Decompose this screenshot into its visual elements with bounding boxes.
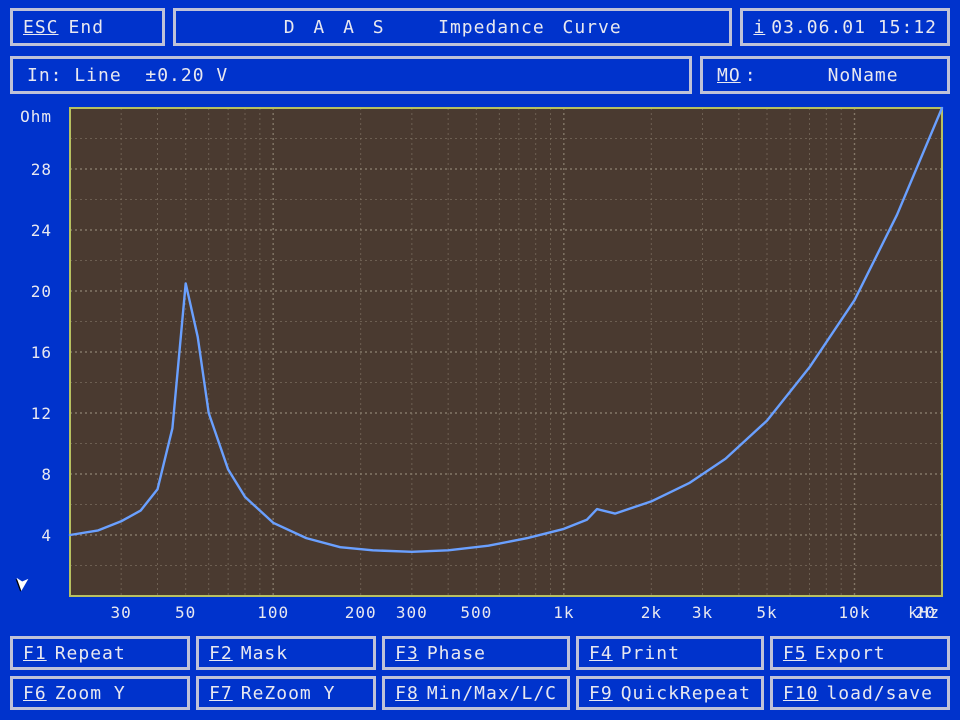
fkey-label: Zoom Y <box>55 683 126 704</box>
fkey-key: F3 <box>395 643 419 664</box>
mo-key: MO <box>717 65 741 86</box>
fkey-label: QuickRepeat <box>621 683 751 704</box>
fkey-f5[interactable]: F5 Export <box>770 636 950 670</box>
fkey-key: F5 <box>783 643 807 664</box>
esc-button[interactable]: ESC End <box>10 8 165 46</box>
fkey-f2[interactable]: F2 Mask <box>196 636 376 670</box>
fkey-key: F10 <box>783 683 819 704</box>
svg-text:100: 100 <box>257 603 289 622</box>
fkey-label: Export <box>815 643 886 664</box>
fkey-f3[interactable]: F3 Phase <box>382 636 570 670</box>
svg-text:3k: 3k <box>692 603 713 622</box>
svg-text:30: 30 <box>111 603 132 622</box>
fkey-label: load/save <box>826 683 933 704</box>
svg-text:24: 24 <box>31 221 52 240</box>
esc-key-label: ESC <box>23 17 59 38</box>
svg-text:50: 50 <box>175 603 196 622</box>
fkey-f4[interactable]: F4 Print <box>576 636 764 670</box>
input-status-text: In: Line ±0.20 V <box>27 65 228 86</box>
info-key: i <box>753 17 765 38</box>
fkey-label: Repeat <box>55 643 126 664</box>
svg-text:8: 8 <box>41 465 52 484</box>
fkey-label: Mask <box>241 643 288 664</box>
esc-action-label: End <box>69 17 105 38</box>
svg-text:1k: 1k <box>553 603 574 622</box>
svg-text:5k: 5k <box>756 603 777 622</box>
fkey-key: F4 <box>589 643 613 664</box>
fkey-f1[interactable]: F1 Repeat <box>10 636 190 670</box>
datetime: 03.06.01 15:12 <box>771 17 937 38</box>
svg-text:20: 20 <box>31 282 52 301</box>
fkey-key: F2 <box>209 643 233 664</box>
fkey-f9[interactable]: F9 QuickRepeat <box>576 676 764 710</box>
fkey-label: Min/Max/L/C <box>427 683 557 704</box>
clock-button[interactable]: i 03.06.01 15:12 <box>740 8 950 46</box>
fkey-f6[interactable]: F6 Zoom Y <box>10 676 190 710</box>
svg-text:12: 12 <box>31 404 52 423</box>
input-status: In: Line ±0.20 V <box>10 56 692 94</box>
impedance-plot[interactable]: Ohm 28 24 20 16 12 8 4 30 50 100 200 300 500 1k 2k 3k 5k 1… <box>10 104 950 626</box>
svg-text:200: 200 <box>345 603 377 622</box>
svg-text:16: 16 <box>31 343 52 362</box>
fkey-key: F9 <box>589 683 613 704</box>
svg-text:300: 300 <box>396 603 428 622</box>
fkey-f10[interactable]: F10 load/save <box>770 676 950 710</box>
window-title: D A A S Impedance Curve <box>173 8 732 46</box>
svg-text:kHz: kHz <box>908 603 940 622</box>
measurement-object[interactable]: MO: NoName <box>700 56 950 94</box>
svg-text:28: 28 <box>31 160 52 179</box>
fkey-f7[interactable]: F7 ReZoom Y <box>196 676 376 710</box>
svg-text:Ohm: Ohm <box>20 107 52 126</box>
fkey-label: ReZoom Y <box>241 683 336 704</box>
svg-text:4: 4 <box>41 526 52 545</box>
svg-text:500: 500 <box>460 603 492 622</box>
title-text: D A A S Impedance Curve <box>284 17 622 38</box>
fkey-key: F1 <box>23 643 47 664</box>
mo-value: NoName <box>828 65 899 86</box>
fkey-key: F8 <box>395 683 419 704</box>
fkey-key: F6 <box>23 683 47 704</box>
fkey-label: Print <box>621 643 680 664</box>
fkey-key: F7 <box>209 683 233 704</box>
fkey-label: Phase <box>427 643 486 664</box>
svg-text:2k: 2k <box>641 603 662 622</box>
fkey-f8[interactable]: F8 Min/Max/L/C <box>382 676 570 710</box>
svg-text:10k: 10k <box>839 603 871 622</box>
